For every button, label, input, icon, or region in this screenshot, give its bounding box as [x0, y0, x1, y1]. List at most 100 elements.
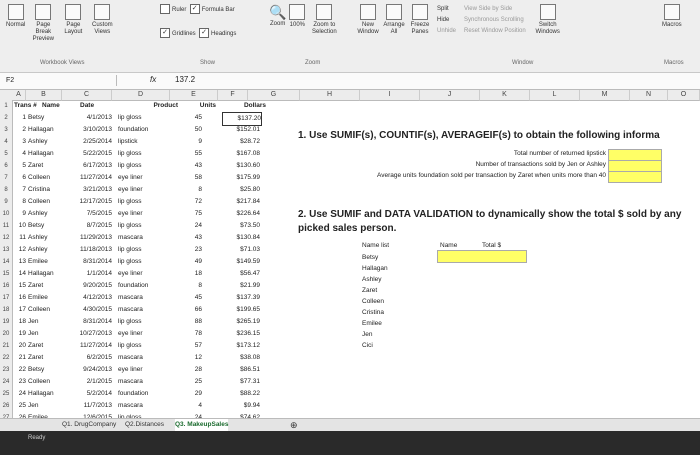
table-cell[interactable]: 6/2/2015	[62, 352, 112, 364]
table-cell[interactable]: $265.19	[222, 316, 261, 328]
reset-window-position-button[interactable]: Reset Window Position	[464, 26, 526, 37]
table-cell[interactable]: mascara	[118, 376, 174, 388]
table-cell[interactable]: 72	[186, 196, 202, 208]
table-cell[interactable]: 8/7/2015	[62, 220, 112, 232]
table-cell[interactable]: $130.60	[222, 160, 261, 172]
freeze-panes-button[interactable]: Freeze Panes	[407, 4, 433, 37]
table-cell[interactable]: 45	[186, 292, 202, 304]
table-cell[interactable]: eye liner	[118, 268, 174, 280]
table-cell[interactable]: 18	[186, 268, 202, 280]
table-cell[interactable]: 8	[186, 184, 202, 196]
q1-answer-cell[interactable]	[608, 171, 662, 183]
table-cell[interactable]: Hallagan	[28, 268, 60, 280]
table-cell[interactable]: $77.31	[222, 376, 260, 388]
table-cell[interactable]: 23	[186, 244, 202, 256]
table-cell[interactable]: 12	[186, 352, 202, 364]
table-cell[interactable]: $226.64	[222, 208, 261, 220]
table-cell[interactable]: Ashley	[28, 244, 60, 256]
hide-button[interactable]: Hide	[437, 15, 456, 26]
name-picker-cell[interactable]	[437, 250, 527, 263]
gridlines-checkbox[interactable]: ✓ Gridlines	[160, 28, 196, 38]
table-cell[interactable]: Hallagan	[28, 388, 60, 400]
ruler-checkbox[interactable]: Ruler	[160, 4, 186, 14]
table-cell[interactable]: lip gloss	[118, 244, 174, 256]
column-header-i[interactable]: I	[360, 90, 420, 101]
table-cell[interactable]: 18	[14, 316, 26, 328]
table-cell[interactable]: 1/1/2014	[62, 268, 112, 280]
table-cell[interactable]: 11	[14, 232, 26, 244]
column-header-j[interactable]: J	[420, 90, 480, 101]
split-button[interactable]: Split	[437, 4, 456, 15]
column-header-n[interactable]: N	[630, 90, 668, 101]
table-cell[interactable]: 5/2/2014	[62, 388, 112, 400]
table-cell[interactable]: 13	[14, 256, 26, 268]
table-cell[interactable]: 10	[14, 220, 26, 232]
custom-views-button[interactable]: Custom Views	[87, 4, 117, 43]
table-cell[interactable]: 11/27/2014	[62, 340, 112, 352]
table-cell[interactable]: 25	[14, 400, 26, 412]
synchronous-scrolling-button[interactable]: Synchronous Scrolling	[464, 15, 526, 26]
table-cell[interactable]: 9/24/2013	[62, 364, 112, 376]
table-cell[interactable]: 3/10/2013	[62, 124, 112, 136]
table-cell[interactable]: Ashley	[28, 208, 60, 220]
table-cell[interactable]: 2	[14, 124, 26, 136]
table-cell[interactable]: Emilee	[28, 292, 60, 304]
table-cell[interactable]: $9.94	[222, 400, 260, 412]
view-side-by-side-button[interactable]: View Side by Side	[464, 4, 526, 15]
unhide-button[interactable]: Unhide	[437, 26, 456, 37]
zoom-to-selection-button[interactable]: Zoom to Selection	[307, 4, 341, 36]
column-header-h[interactable]: H	[300, 90, 360, 101]
table-cell[interactable]: 11/27/2014	[62, 172, 112, 184]
table-cell[interactable]: 43	[186, 232, 202, 244]
table-cell[interactable]: mascara	[118, 304, 174, 316]
table-cell[interactable]: 4/30/2015	[62, 304, 112, 316]
table-cell[interactable]: $137.39	[222, 292, 261, 304]
formula-bar-checkbox[interactable]: ✓ Formula Bar	[189, 4, 235, 14]
table-cell[interactable]: $175.99	[222, 172, 261, 184]
table-cell[interactable]: mascara	[118, 352, 174, 364]
table-cell[interactable]: 5/22/2015	[62, 148, 112, 160]
table-cell[interactable]: 4/12/2013	[62, 292, 112, 304]
table-cell[interactable]: 78	[186, 328, 202, 340]
table-cell[interactable]: $28.72	[222, 136, 260, 148]
table-cell[interactable]: Cristina	[28, 184, 60, 196]
table-cell[interactable]: Ashley	[28, 136, 60, 148]
table-cell[interactable]: 12	[14, 244, 26, 256]
table-cell[interactable]: 55	[186, 148, 202, 160]
name-box[interactable]: F2	[2, 75, 117, 86]
table-cell[interactable]: 21	[14, 352, 26, 364]
table-cell[interactable]: eye liner	[118, 172, 174, 184]
table-cell[interactable]: 20	[14, 340, 26, 352]
table-cell[interactable]: 7	[14, 184, 26, 196]
table-cell[interactable]: lip gloss	[118, 256, 174, 268]
table-cell[interactable]: $167.08	[222, 148, 261, 160]
table-cell[interactable]: 58	[186, 172, 202, 184]
table-cell[interactable]: 2/25/2014	[62, 136, 112, 148]
table-cell[interactable]: $173.12	[222, 340, 261, 352]
table-cell[interactable]: 22	[14, 364, 26, 376]
table-cell[interactable]: $21.99	[222, 280, 260, 292]
table-cell[interactable]: 49	[186, 256, 202, 268]
table-cell[interactable]: lip gloss	[118, 148, 174, 160]
table-cell[interactable]: 9/20/2015	[62, 280, 112, 292]
fx-icon[interactable]: fx	[150, 75, 156, 84]
table-cell[interactable]: Jen	[28, 400, 60, 412]
table-cell[interactable]: lipstick	[118, 136, 174, 148]
table-cell[interactable]: Zaret	[28, 280, 60, 292]
table-cell[interactable]: $88.22	[222, 388, 260, 400]
table-cell[interactable]: Betsy	[28, 220, 60, 232]
table-cell[interactable]: eye liner	[118, 364, 174, 376]
table-cell[interactable]: lip gloss	[118, 340, 174, 352]
table-cell[interactable]: 1	[14, 112, 26, 124]
table-cell[interactable]: 8	[14, 196, 26, 208]
table-cell[interactable]: 75	[186, 208, 202, 220]
table-cell[interactable]: mascara	[118, 400, 174, 412]
table-cell[interactable]: 66	[186, 304, 202, 316]
table-cell[interactable]: Colleen	[28, 172, 60, 184]
table-cell[interactable]: 4	[14, 148, 26, 160]
table-cell[interactable]: 9	[186, 136, 202, 148]
table-cell[interactable]: lip gloss	[118, 160, 174, 172]
table-cell[interactable]: 8/31/2014	[62, 316, 112, 328]
table-cell[interactable]: 4	[186, 400, 202, 412]
table-cell[interactable]: foundation	[118, 388, 174, 400]
